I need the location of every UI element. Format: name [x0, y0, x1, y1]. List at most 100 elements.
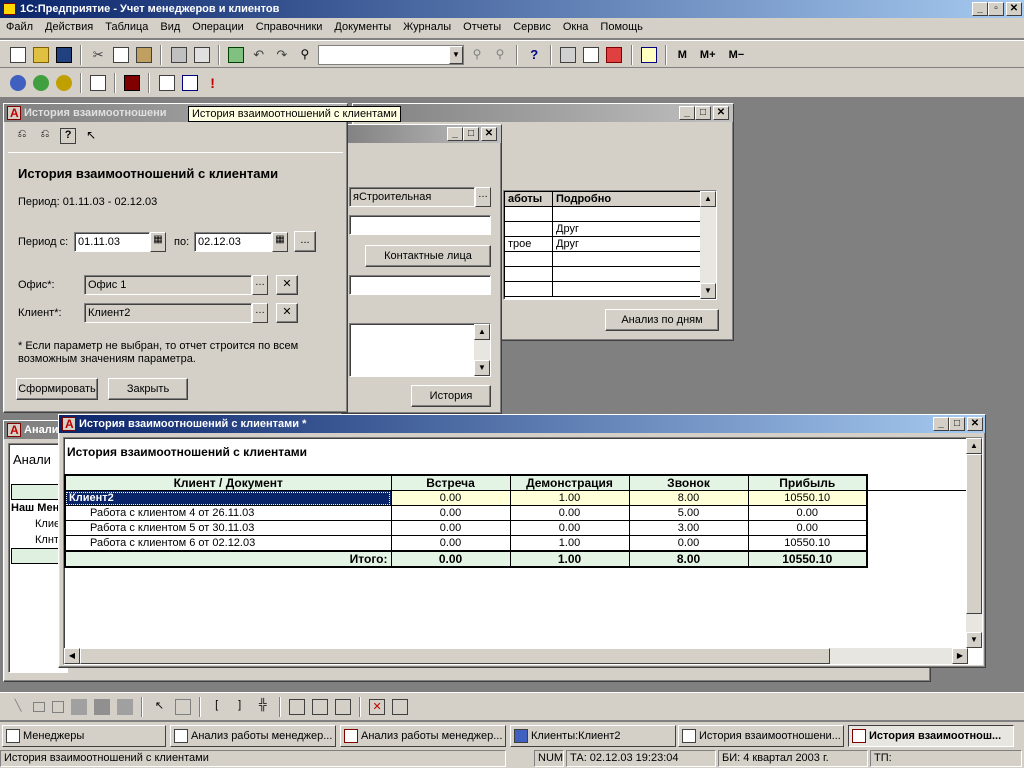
close-button[interactable]: ✕ — [1006, 2, 1022, 16]
maximize-button[interactable]: □ — [463, 127, 479, 141]
column-header[interactable]: Прибыль — [747, 474, 868, 491]
menu-references[interactable]: Справочники — [250, 18, 329, 36]
document-icon[interactable] — [90, 75, 107, 91]
table-row[interactable] — [504, 251, 702, 267]
table-row[interactable]: Работа с клиентом 5 от 30.11.03 0.00 0.0… — [64, 520, 868, 536]
task-history-form[interactable]: История взаимоотношени... — [678, 725, 844, 747]
generate-button[interactable]: Сформировать — [16, 378, 98, 400]
task-analysis-2[interactable]: Анализ работы менеджер... — [340, 725, 506, 747]
minimize-button[interactable]: _ — [933, 417, 949, 431]
table-row[interactable]: Друг — [504, 221, 702, 237]
paste-icon[interactable] — [136, 47, 153, 63]
select-button[interactable]: … — [475, 187, 491, 207]
office-clear-icon[interactable]: ✕ — [276, 275, 298, 295]
client-select-button[interactable]: … — [252, 303, 268, 323]
print-icon[interactable] — [170, 47, 187, 63]
column-header[interactable]: Подробно — [552, 191, 702, 207]
maximize-button[interactable]: □ — [695, 106, 711, 120]
ole-tool-icon[interactable] — [94, 699, 111, 715]
table-row[interactable] — [504, 206, 702, 222]
help-icon[interactable]: ? — [60, 128, 77, 144]
table-row[interactable] — [504, 281, 702, 297]
task-managers[interactable]: Менеджеры — [2, 725, 166, 747]
table-row[interactable]: Работа с клиентом 4 от 26.11.03 0.00 0.0… — [64, 505, 868, 521]
close-button[interactable]: ✕ — [967, 417, 983, 431]
calendar-from-icon[interactable]: ▦ — [150, 232, 166, 252]
period-from-input[interactable]: 01.11.03 — [74, 232, 150, 252]
grid-icon[interactable] — [174, 699, 191, 715]
chevron-down-icon[interactable]: ▼ — [448, 46, 463, 64]
context-help-icon[interactable]: ↖ — [83, 128, 99, 144]
save-icon[interactable] — [56, 47, 73, 63]
menu-windows[interactable]: Окна — [557, 18, 595, 36]
menu-actions[interactable]: Действия — [39, 18, 99, 36]
client-name-field[interactable]: яСтроительная — [349, 187, 475, 207]
task-clients[interactable]: Клиенты:Клиент2 — [510, 725, 676, 747]
vertical-scrollbar[interactable]: ▲ ▼ — [700, 191, 716, 299]
restore-button[interactable]: ▫ — [988, 2, 1004, 16]
no-borders-icon[interactable]: ✕ — [369, 699, 386, 715]
managers-icon[interactable] — [10, 75, 26, 91]
client-field-3[interactable] — [349, 275, 491, 295]
column-header[interactable]: аботы — [504, 191, 553, 207]
picture-tool-icon[interactable] — [71, 699, 88, 715]
task-analysis-1[interactable]: Анализ работы менеджер... — [170, 725, 336, 747]
find-prev-icon[interactable]: ⚲ — [492, 47, 508, 63]
maximize-button[interactable]: □ — [949, 417, 965, 431]
menu-service[interactable]: Сервис — [507, 18, 557, 36]
memory-button[interactable]: M — [678, 49, 687, 61]
chart-tool-icon[interactable] — [117, 699, 134, 715]
print-preview-icon[interactable] — [193, 47, 210, 63]
cut-icon[interactable]: ✂ — [90, 47, 106, 63]
close-button[interactable]: ✕ — [713, 106, 729, 120]
office-select-button[interactable]: … — [252, 275, 268, 295]
bracket-right-icon[interactable]: ] — [232, 699, 248, 715]
column-header[interactable]: Встреча — [390, 474, 511, 491]
scroll-up-icon[interactable]: ▲ — [966, 438, 982, 454]
group-icon[interactable]: ╬ — [255, 699, 271, 715]
minimize-button[interactable]: _ — [972, 2, 988, 16]
period-select-button[interactable]: ... — [294, 231, 316, 252]
scroll-up-icon[interactable]: ▲ — [474, 324, 490, 340]
table-row[interactable]: трое Друг — [504, 236, 702, 252]
freeze-icon[interactable] — [392, 699, 409, 715]
scrollbar-thumb[interactable] — [966, 454, 982, 614]
contacts-button[interactable]: Контактные лица — [365, 245, 491, 267]
menu-table[interactable]: Таблица — [99, 18, 154, 36]
journal-icon[interactable] — [124, 75, 141, 91]
scroll-down-icon[interactable]: ▼ — [474, 360, 490, 376]
column-header[interactable]: Звонок — [628, 474, 749, 491]
rectangle-tool-icon[interactable] — [33, 702, 46, 712]
vertical-scrollbar[interactable]: ▲ ▼ — [474, 324, 490, 376]
find-next-icon[interactable]: ⚲ — [469, 47, 485, 63]
total-row[interactable]: Итого: 0.00 1.00 8.00 10550.10 — [64, 550, 868, 567]
vertical-scrollbar[interactable]: ▲ ▼ — [966, 438, 982, 648]
menu-documents[interactable]: Документы — [328, 18, 397, 36]
settings-load-icon[interactable]: ⎌ — [37, 128, 53, 144]
menu-view[interactable]: Вид — [154, 18, 186, 36]
scroll-right-icon[interactable]: ▶ — [952, 648, 968, 664]
find-icon[interactable]: ⚲ — [297, 47, 313, 63]
table-row[interactable]: Клиент2 0.00 1.00 8.00 10550.10 — [64, 490, 868, 506]
copy-icon[interactable] — [113, 47, 130, 63]
alert-icon[interactable]: ! — [205, 75, 221, 91]
rows-icon[interactable] — [288, 699, 305, 715]
menu-journals[interactable]: Журналы — [397, 18, 457, 36]
report-icon[interactable] — [158, 75, 175, 91]
redo-icon[interactable]: ↷ — [274, 47, 290, 63]
table-row[interactable]: Работа с клиентом 6 от 02.12.03 0.00 1.0… — [64, 535, 868, 551]
help-question-icon[interactable]: ? — [526, 47, 542, 63]
calendar-icon[interactable] — [227, 47, 244, 63]
open-folder-icon[interactable] — [33, 47, 50, 63]
scroll-down-icon[interactable]: ▼ — [966, 632, 982, 648]
clients-icon[interactable] — [33, 75, 50, 91]
calculator-icon[interactable] — [560, 47, 577, 63]
calendar-to-icon[interactable]: ▦ — [272, 232, 288, 252]
client-field-2[interactable] — [349, 215, 491, 235]
report-list-icon[interactable] — [181, 75, 198, 91]
scroll-left-icon[interactable]: ◀ — [64, 648, 80, 664]
settings-save-icon[interactable]: ⎌ — [14, 128, 30, 144]
flag-icon[interactable] — [606, 47, 623, 63]
menu-file[interactable]: Файл — [0, 18, 39, 36]
client-comment-area[interactable]: ▲ ▼ — [349, 323, 491, 377]
